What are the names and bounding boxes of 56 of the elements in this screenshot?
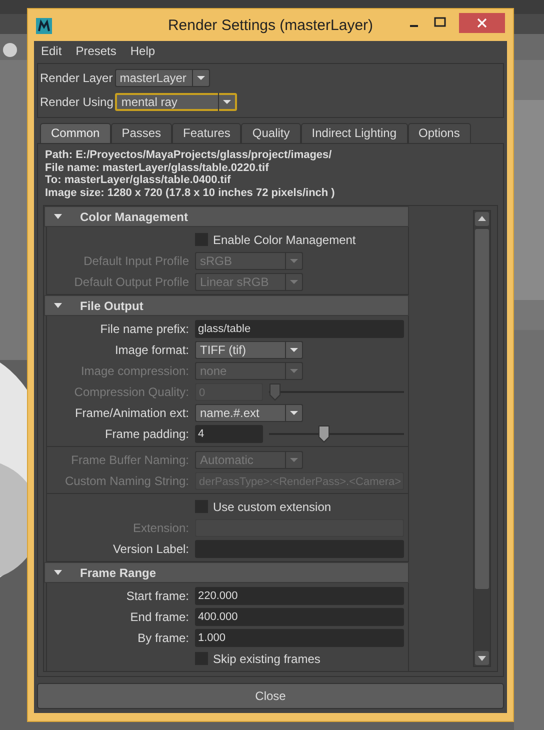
field-label: Version Label: [112,542,189,556]
field-label: Render Layer [39,71,114,85]
field-label: Start frame: [125,588,189,602]
close-icon[interactable] [459,13,505,33]
collapse-triangle-icon[interactable] [53,212,63,222]
field-label: Default Input Profile [82,254,189,268]
tab[interactable]: Common [40,123,111,143]
field-label: Custom Naming String: [64,474,189,488]
tab[interactable]: Indirect Lighting [300,123,408,143]
tab[interactable]: Features [172,123,242,143]
close-button[interactable]: Close [37,683,504,709]
collapse-triangle-icon[interactable] [53,300,63,310]
section-header[interactable]: Color Management [44,206,409,227]
tab[interactable]: Quality [241,123,301,143]
info-line: File name: masterLayer/glass/table.0220.tif [45,162,270,174]
dropdown[interactable]: masterLayer [114,69,210,87]
menu-item[interactable]: Edit [41,44,62,60]
slider-thumb[interactable] [318,424,330,442]
field-label: Render Using [39,95,114,109]
input-field[interactable]: glass/table [195,320,404,338]
field-label: Frame padding: [104,426,189,440]
field-label: Extension: [132,520,189,534]
section-header[interactable]: File Output [44,295,409,316]
collapse-triangle-icon[interactable] [53,568,63,578]
dropdown[interactable]: mental ray [115,93,238,111]
field-label: Image format: [114,342,189,356]
input-field[interactable]: 400.000 [195,608,404,626]
field-label: Default Output Profile [73,274,189,288]
field-label: Compression Quality: [73,384,189,398]
field-label: End frame: [129,610,189,624]
info-line: Path: E:/Proyectos/MayaProjects/glass/project/images/ [45,149,333,162]
tab[interactable]: Passes [110,123,172,143]
scroll-up-icon[interactable] [475,212,489,226]
tab[interactable]: Options [408,123,471,143]
field-label: Frame/Animation ext: [74,406,189,420]
input-field[interactable]: 220.000 [195,586,404,604]
app-icon [36,18,52,34]
field-label: Frame Buffer Naming: [70,452,189,466]
dropdown[interactable]: name.#.ext [195,404,303,422]
dropdown[interactable]: TIFF (tif) [195,340,303,358]
input-field[interactable]: 4 [195,424,263,442]
info-line: To: masterLayer/glass/table.0400.tif [45,174,232,186]
input-field[interactable]: 1.000 [195,628,404,646]
menu-item[interactable]: Presets [76,44,116,60]
field-label: Image compression: [80,364,189,378]
window-title: Render Settings (masterLayer) [168,17,374,34]
field-label: File name prefix: [99,322,189,336]
section-header[interactable]: Frame Range [44,562,409,583]
field-label: By frame: [136,630,189,644]
info-line: Image size: 1280 x 720 (17.8 x 10 inches 72 pixels/inch ) [45,186,336,199]
checkbox-label: Enable Color Management [213,232,356,246]
scroll-down-icon[interactable] [475,651,489,665]
checkbox-label: Skip existing frames [213,652,320,666]
scrollbar[interactable] [473,210,491,667]
menu-item[interactable]: Help [130,44,156,60]
checkbox-label: Use custom extension [213,500,332,514]
